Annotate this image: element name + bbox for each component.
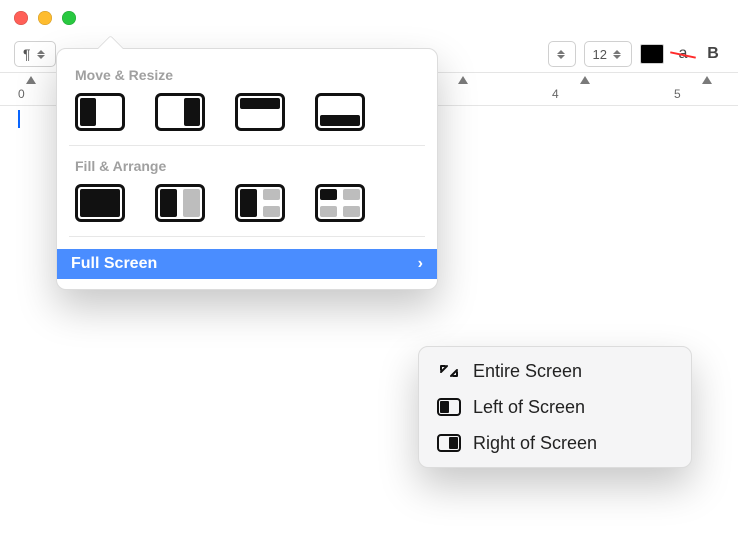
font-size-value: 12 xyxy=(593,47,607,62)
chevron-updown-icon xyxy=(37,47,47,61)
strikethrough-color-button[interactable]: a xyxy=(672,45,694,63)
tile-right-half-icon[interactable] xyxy=(155,93,205,131)
window-tiling-popover: Move & Resize Fill & Arrange Full Screen… xyxy=(56,48,438,290)
chevron-updown-icon xyxy=(613,47,623,61)
font-family-dropdown[interactable] xyxy=(548,41,576,67)
move-resize-row xyxy=(71,93,423,145)
chevron-right-icon: › xyxy=(418,255,423,273)
window-close-button[interactable] xyxy=(14,11,28,25)
fullscreen-menuitem[interactable]: Full Screen › xyxy=(57,249,437,279)
section-title-fill-arrange: Fill & Arrange xyxy=(75,158,419,174)
arrange-left-quarters-icon[interactable] xyxy=(235,184,285,222)
right-of-screen-menuitem[interactable]: Right of Screen xyxy=(425,425,685,461)
fullscreen-icon xyxy=(437,362,461,380)
font-size-stepper[interactable]: 12 xyxy=(584,41,632,67)
arrange-quarters-icon[interactable] xyxy=(315,184,365,222)
separator xyxy=(69,236,425,237)
chevron-updown-icon xyxy=(557,47,567,61)
entire-screen-label: Entire Screen xyxy=(473,361,582,382)
tile-left-icon xyxy=(437,398,461,416)
text-color-swatch[interactable] xyxy=(640,44,664,64)
pilcrow-icon: ¶ xyxy=(23,46,31,62)
arrange-left-right-icon[interactable] xyxy=(155,184,205,222)
fill-arrange-row xyxy=(71,184,423,236)
window-minimize-button[interactable] xyxy=(38,11,52,25)
separator xyxy=(69,145,425,146)
paragraph-style-dropdown[interactable]: ¶ xyxy=(14,41,56,67)
tile-right-icon xyxy=(437,434,461,452)
entire-screen-menuitem[interactable]: Entire Screen xyxy=(425,353,685,389)
text-cursor xyxy=(18,110,20,128)
ruler-tab-marker-icon[interactable] xyxy=(580,76,590,84)
ruler-number: 5 xyxy=(674,87,681,101)
window-zoom-button[interactable] xyxy=(62,11,76,25)
ruler-tab-marker-icon[interactable] xyxy=(458,76,468,84)
ruler-number: 4 xyxy=(552,87,559,101)
left-of-screen-menuitem[interactable]: Left of Screen xyxy=(425,389,685,425)
ruler-indent-marker-icon[interactable] xyxy=(26,76,36,84)
ruler-tab-marker-icon[interactable] xyxy=(702,76,712,84)
fill-screen-icon[interactable] xyxy=(75,184,125,222)
bold-button[interactable]: B xyxy=(702,45,724,63)
fullscreen-label: Full Screen xyxy=(71,255,157,273)
titlebar xyxy=(0,0,738,36)
section-title-move-resize: Move & Resize xyxy=(75,67,419,83)
ruler-number: 0 xyxy=(18,87,25,101)
tile-bottom-half-icon[interactable] xyxy=(315,93,365,131)
tile-left-half-icon[interactable] xyxy=(75,93,125,131)
right-of-screen-label: Right of Screen xyxy=(473,433,597,454)
tile-top-half-icon[interactable] xyxy=(235,93,285,131)
fullscreen-submenu: Entire Screen Left of Screen Right of Sc… xyxy=(418,346,692,468)
left-of-screen-label: Left of Screen xyxy=(473,397,585,418)
